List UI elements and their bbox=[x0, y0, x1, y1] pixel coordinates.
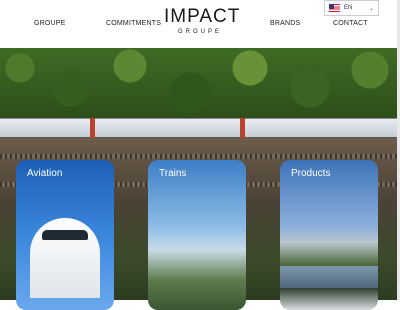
card-title: Trains bbox=[159, 168, 187, 179]
chevron-down-icon: ⌄ bbox=[368, 5, 374, 12]
hero-trees bbox=[0, 48, 400, 122]
us-flag-icon bbox=[329, 4, 340, 12]
card-products[interactable]: Products bbox=[280, 160, 378, 310]
nav-groupe[interactable]: GROUPE bbox=[34, 20, 66, 27]
nav-contact[interactable]: CONTACT bbox=[333, 20, 368, 27]
logo-subtitle: GROUPE bbox=[177, 29, 222, 35]
nav-commitments[interactable]: COMMITMENTS bbox=[106, 20, 161, 27]
card-title: Products bbox=[291, 168, 331, 179]
card-title: Aviation bbox=[27, 168, 63, 179]
logo-wordmark: IMPACT bbox=[164, 6, 241, 27]
nav-brands[interactable]: BRANDS bbox=[270, 20, 300, 27]
site-header: GROUPE COMMITMENTS IMPACT GROUPE BRANDS … bbox=[0, 0, 400, 48]
rail-track bbox=[0, 154, 400, 159]
train-coupler bbox=[90, 118, 95, 138]
lake-image bbox=[280, 266, 378, 288]
card-aviation[interactable]: Aviation bbox=[16, 160, 114, 310]
airplane-cockpit bbox=[42, 230, 88, 240]
train-coupler bbox=[240, 118, 245, 138]
card-trains[interactable]: Trains bbox=[148, 160, 246, 310]
site-logo[interactable]: IMPACT GROUPE bbox=[164, 6, 241, 36]
hero-train bbox=[0, 118, 400, 138]
language-selector[interactable]: EN ⌄ bbox=[324, 0, 379, 16]
language-code: EN bbox=[344, 5, 353, 11]
